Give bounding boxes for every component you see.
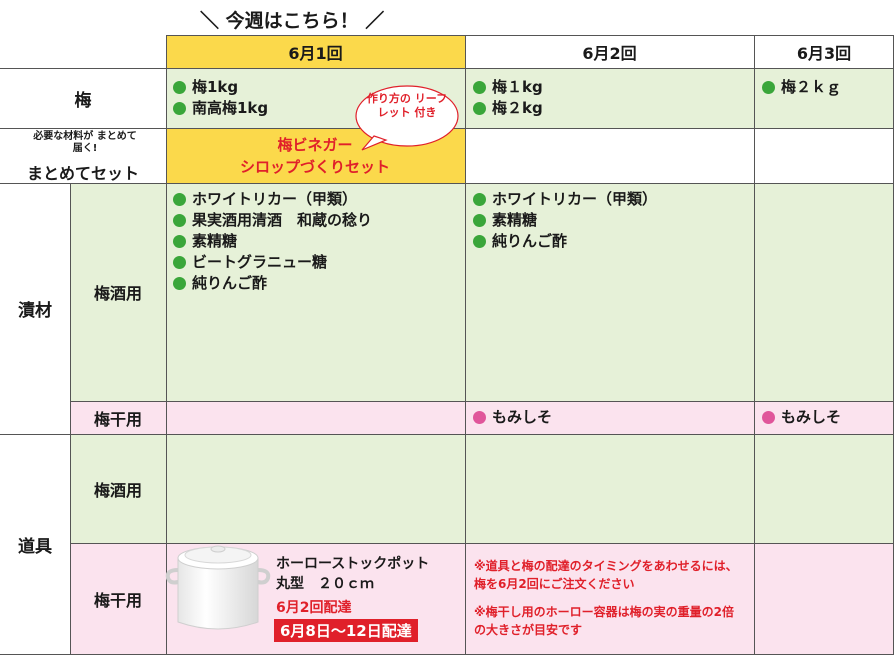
list-item: ホワイトリカー（甲類） — [473, 189, 657, 210]
column-header-june-1: 6月1回 — [288, 43, 343, 63]
pot-delivery: 6月2回配達 — [276, 600, 352, 616]
list-item: 南高梅1kg — [173, 98, 268, 119]
list-item: 果実酒用清酒 和蔵の稔り — [173, 210, 372, 231]
bullet-icon — [762, 81, 775, 94]
bullet-icon — [173, 102, 186, 115]
set-label-main: まとめてセット — [26, 164, 139, 183]
list-item: 梅２kg — [473, 98, 543, 119]
bullet-icon — [173, 81, 186, 94]
this-week-banner: ＼ 今週はこちら！ ／ — [200, 10, 385, 32]
bullet-icon — [762, 411, 775, 424]
column-header-june-3: 6月3回 — [796, 43, 852, 63]
dougu-sub-label-umeshu: 梅酒用 — [93, 480, 142, 500]
list-item: ホワイトリカー（甲類） — [173, 189, 372, 210]
bullet-icon — [473, 193, 486, 206]
set-product-line2[interactable]: シロップづくりセット — [215, 156, 415, 177]
list-item: 梅２ｋｇ — [762, 77, 841, 98]
bullet-icon — [473, 81, 486, 94]
ume-col2-list: 梅１kg 梅２kg — [473, 77, 543, 119]
ume-col3-list: 梅２ｋｇ — [762, 77, 841, 98]
list-item: 純りんご酢 — [173, 273, 372, 294]
dougu-umeshu-bg — [166, 434, 894, 543]
sub-label-umeboshi: 梅干用 — [93, 409, 142, 429]
bullet-icon — [173, 193, 186, 206]
row-label-ume: 梅 — [74, 90, 92, 111]
list-item: もみしそ — [473, 407, 552, 428]
set-label-sub: 必要な材料が まとめて届く! — [33, 131, 137, 154]
bullet-icon — [473, 214, 486, 227]
umeboshi-col2-list: もみしそ — [473, 407, 552, 428]
bullet-icon — [473, 411, 486, 424]
pot-name[interactable]: ホーローストックポット — [276, 553, 429, 573]
column-header-june-2: 6月2回 — [582, 43, 637, 63]
bullet-icon — [173, 277, 186, 290]
list-item: 素精糖 — [473, 210, 657, 231]
pot-delivery-dates: 6月8日〜12日配達 — [274, 619, 418, 642]
list-item: 梅１kg — [473, 77, 543, 98]
row-label-dougu: 道具 — [18, 537, 52, 557]
note-container-size: ※梅干し用のホーロー容器は梅の実の重量の2倍の大きさが目安です — [474, 605, 735, 637]
umeshu-col2-list: ホワイトリカー（甲類） 素精糖 純りんご酢 — [473, 189, 657, 252]
bullet-icon — [173, 214, 186, 227]
ume-col1-list: 梅1kg 南高梅1kg — [173, 77, 268, 119]
sub-label-umeshu: 梅酒用 — [93, 284, 142, 303]
pot-size: 丸型 ２０ｃｍ — [276, 576, 374, 592]
dougu-sub-label-umeboshi: 梅干用 — [93, 591, 142, 610]
list-item: もみしそ — [762, 407, 841, 428]
bullet-icon — [473, 235, 486, 248]
enamel-pot-image[interactable] — [164, 528, 272, 636]
umeboshi-col3-list: もみしそ — [762, 407, 841, 428]
list-item: ビートグラニュー糖 — [173, 252, 372, 273]
list-item: 純りんご酢 — [473, 231, 657, 252]
speech-bubble-text: 作り方の リーフレット 付き — [366, 92, 448, 119]
list-item: 梅1kg — [173, 77, 268, 98]
note-timing: ※道具と梅の配達のタイミングをあわせるには、梅を6月2回にご注文ください — [474, 559, 738, 591]
list-item: 素精糖 — [173, 231, 372, 252]
row-label-tsukezai: 漬材 — [18, 301, 52, 321]
bullet-icon — [473, 102, 486, 115]
umeshu-col1-list: ホワイトリカー（甲類） 果実酒用清酒 和蔵の稔り 素精糖 ビートグラニュー糖 純… — [173, 189, 372, 294]
bullet-icon — [173, 256, 186, 269]
bullet-icon — [173, 235, 186, 248]
